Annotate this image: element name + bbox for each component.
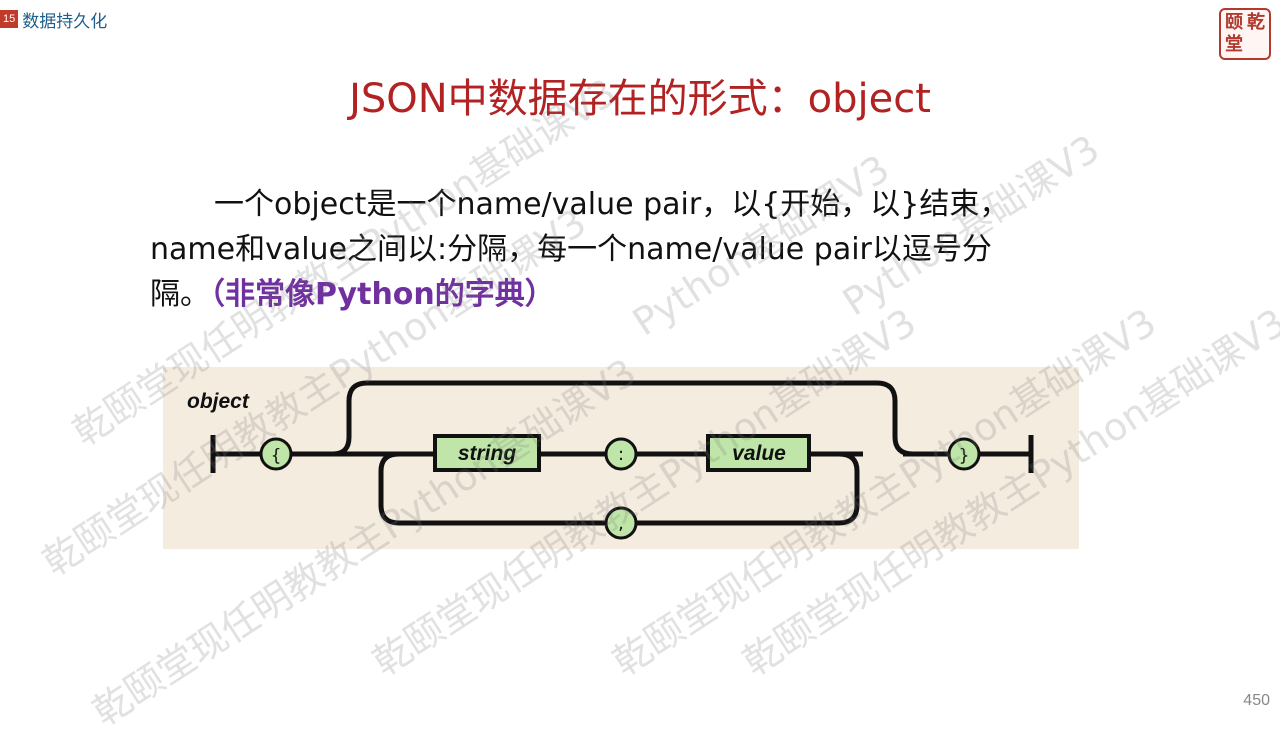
page-number: 450: [1243, 692, 1270, 709]
chapter-title: 数据持久化: [22, 11, 108, 32]
chapter-number: 15: [0, 10, 19, 28]
logo-char-4: [1245, 34, 1267, 56]
comma-label: ,: [618, 513, 624, 534]
logo-char-1: 颐: [1225, 12, 1243, 33]
open-brace-label: {: [271, 446, 282, 466]
close-brace-label: }: [959, 446, 970, 466]
string-label: string: [458, 442, 517, 465]
chapter-header: 15 数据持久化: [0, 9, 108, 32]
value-label: value: [732, 442, 786, 465]
logo-char-3: 堂: [1225, 34, 1243, 55]
object-syntax-diagram: object { string : value , }: [163, 367, 1079, 549]
diagram-label: object: [187, 390, 250, 413]
diagram-svg: object { string : value , }: [187, 380, 1034, 540]
body-paragraph: 一个object是一个name/value pair，以{开始，以}结束，nam…: [150, 182, 1050, 317]
seal-logo: 颐 乾 堂: [1219, 8, 1271, 60]
logo-char-2: 乾: [1247, 12, 1265, 33]
slide-title: JSON中数据存在的形式：object: [349, 76, 931, 122]
colon-label: :: [618, 444, 624, 465]
paragraph-highlight: （非常像Python的字典）: [210, 277, 555, 312]
